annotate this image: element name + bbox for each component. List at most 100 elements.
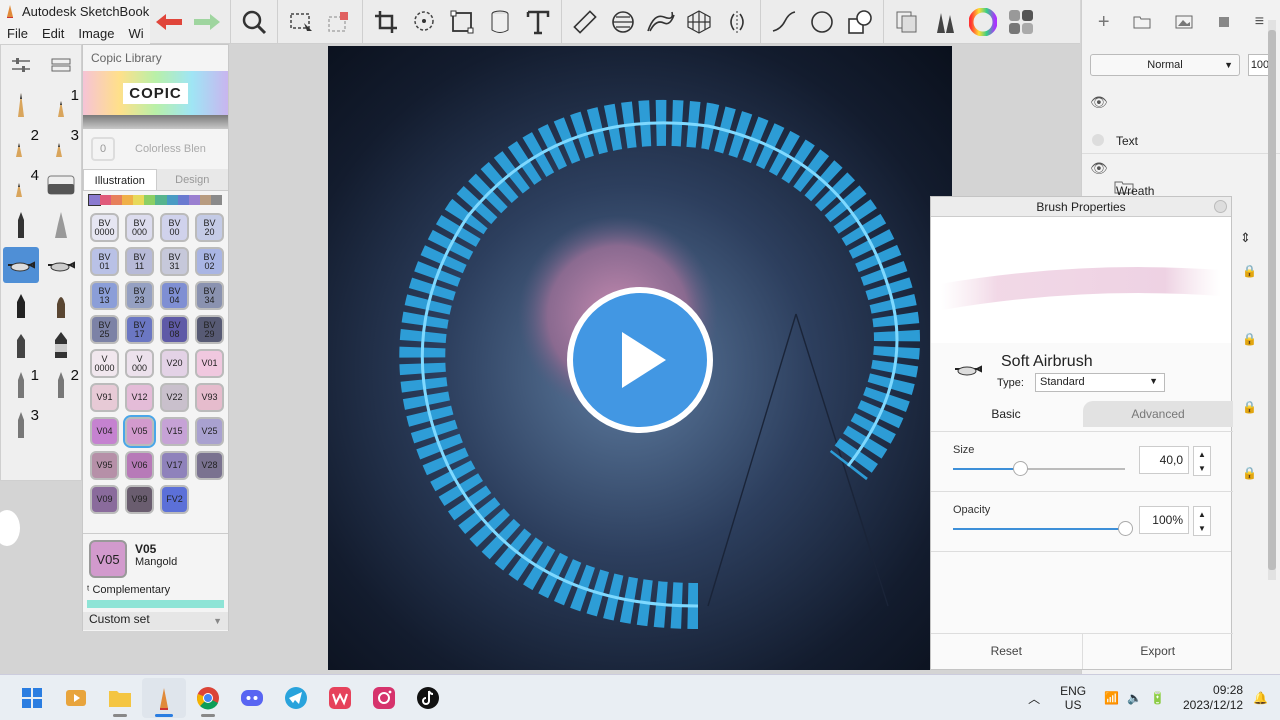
brush-library-toggle-icon[interactable] [43, 47, 79, 83]
hue-family-chip[interactable] [210, 195, 222, 205]
pencil-3-brush-icon[interactable]: 3 [43, 127, 79, 163]
pencil-brush-icon[interactable] [3, 87, 39, 123]
chevron-up-icon[interactable]: ︿ [1028, 690, 1040, 707]
video-play-button[interactable] [567, 287, 713, 433]
layer-scrollbar[interactable] [1268, 20, 1276, 580]
hue-family-chip[interactable] [87, 194, 102, 206]
pencil-1-brush-icon[interactable]: 1 [43, 87, 79, 123]
shape-icon[interactable] [841, 3, 879, 41]
tab-basic[interactable]: Basic [931, 401, 1081, 427]
stroke-icon[interactable] [765, 3, 803, 41]
circle-tool-icon[interactable] [803, 3, 841, 41]
copic-swatch[interactable]: BV 13 [90, 281, 119, 310]
lock-icon[interactable]: 🔒 [1242, 264, 1257, 278]
felt-tip-brush-icon[interactable] [3, 327, 39, 363]
language-indicator[interactable]: ENG US [1060, 684, 1086, 712]
opacity-slider[interactable] [953, 521, 1133, 536]
pencil-2-brush-icon[interactable]: 2 [3, 127, 39, 163]
brush-type-dropdown[interactable]: Standard ▼ [1035, 373, 1165, 392]
tab-design[interactable]: Design [156, 169, 228, 190]
copic-swatch[interactable]: V04 [90, 417, 119, 446]
size-stepper[interactable]: ▲ ▼ [1193, 446, 1211, 476]
undo-icon[interactable] [150, 3, 188, 41]
copic-swatch[interactable]: BV 34 [195, 281, 224, 310]
eraser-brush-icon[interactable] [43, 167, 79, 203]
copic-swatch[interactable]: V 0000 [90, 349, 119, 378]
copic-swatch[interactable]: V91 [90, 383, 119, 412]
telegram-icon[interactable] [274, 678, 318, 718]
select-icon[interactable] [282, 3, 320, 41]
lasso-icon[interactable] [405, 3, 443, 41]
hue-family-chip[interactable] [144, 195, 156, 205]
copic-swatch[interactable]: BV 11 [125, 247, 154, 276]
size-slider-thumb[interactable] [1013, 461, 1028, 476]
menu-image[interactable]: Image [71, 26, 121, 41]
copic-swatch[interactable]: V99 [125, 485, 154, 514]
hue-family-chip[interactable] [188, 195, 200, 205]
ballpoint-3-brush-icon[interactable]: 3 [3, 407, 39, 443]
hue-family-chip[interactable] [100, 195, 112, 205]
copic-swatch[interactable]: V22 [160, 383, 189, 412]
airbrush-brush-icon[interactable] [3, 247, 39, 283]
export-button[interactable]: Export [1083, 634, 1234, 669]
add-layer-icon[interactable]: + [1098, 11, 1110, 34]
technical-pen-brush-icon[interactable] [43, 207, 79, 243]
instagram-icon[interactable] [362, 678, 406, 718]
size-value-field[interactable]: 40,0 [1139, 446, 1189, 474]
copic-swatch[interactable]: V17 [160, 451, 189, 480]
complementary-color-bar[interactable] [87, 600, 224, 608]
volume-icon[interactable]: 🔈 [1127, 691, 1142, 705]
copic-swatch[interactable]: BV 02 [195, 247, 224, 276]
folder-icon[interactable] [1133, 15, 1151, 29]
layer-menu-icon[interactable]: ≡ [1255, 13, 1264, 31]
ink-pen-brush-icon[interactable] [3, 207, 39, 243]
colorless-blender[interactable]: 0 Colorless Blen [83, 129, 228, 169]
copic-swatch[interactable]: V 000 [125, 349, 154, 378]
hue-family-chip[interactable] [155, 195, 167, 205]
copic-swatch[interactable]: V20 [160, 349, 189, 378]
swatch-icon[interactable] [1002, 3, 1040, 41]
opacity-value-field[interactable]: 100% [1139, 506, 1189, 534]
wps-icon[interactable] [318, 678, 362, 718]
hue-family-chip[interactable] [111, 195, 123, 205]
copic-swatch[interactable]: BV 01 [90, 247, 119, 276]
color-wheel-icon[interactable] [964, 3, 1002, 41]
start-icon[interactable] [10, 678, 54, 718]
copic-swatch[interactable]: V25 [195, 417, 224, 446]
lock-icon[interactable]: 🔒 [1242, 400, 1257, 414]
media-player-icon[interactable] [54, 678, 98, 718]
visibility-eye-icon[interactable]: 👁 [1090, 94, 1108, 111]
marker-brush-icon[interactable] [3, 287, 39, 323]
crop-icon[interactable] [367, 3, 405, 41]
perspective-icon[interactable] [680, 3, 718, 41]
hue-family-chip[interactable] [177, 195, 189, 205]
copic-swatch[interactable]: FV2 [160, 485, 189, 514]
layer-lock-dot[interactable] [1092, 134, 1104, 146]
fill-bucket-icon[interactable] [481, 3, 519, 41]
ellipse-guide-icon[interactable] [604, 3, 642, 41]
copic-swatch[interactable]: V09 [90, 485, 119, 514]
lock-icon[interactable]: 🔒 [1242, 466, 1257, 480]
menu-edit[interactable]: Edit [35, 26, 71, 41]
copic-swatch[interactable]: V01 [195, 349, 224, 378]
french-curve-icon[interactable] [642, 3, 680, 41]
airbrush-variant-icon[interactable] [43, 247, 79, 283]
hue-family-chip[interactable] [199, 195, 211, 205]
layer-item-text[interactable]: 👁 Text [1082, 92, 1280, 154]
menu-file[interactable]: File [0, 26, 35, 41]
pencil-4-brush-icon[interactable]: 4 [3, 167, 39, 203]
chrome-icon[interactable] [186, 678, 230, 718]
hue-family-chip[interactable] [122, 195, 134, 205]
sketchbook-icon[interactable] [142, 677, 186, 718]
layer-item-wreath[interactable]: 👁 Wreath [1082, 158, 1280, 198]
file-explorer-icon[interactable] [98, 678, 142, 718]
redo-icon[interactable] [188, 3, 226, 41]
copic-swatch[interactable]: BV 23 [125, 281, 154, 310]
copic-swatch[interactable]: BV 25 [90, 315, 119, 344]
colorless-swatch[interactable]: 0 [91, 137, 115, 161]
wifi-icon[interactable]: 📶 [1104, 691, 1119, 705]
opacity-stepper[interactable]: ▲ ▼ [1193, 506, 1211, 536]
copic-swatch[interactable]: BV 04 [160, 281, 189, 310]
hue-family-chip[interactable] [133, 195, 145, 205]
size-slider[interactable] [953, 461, 1125, 476]
